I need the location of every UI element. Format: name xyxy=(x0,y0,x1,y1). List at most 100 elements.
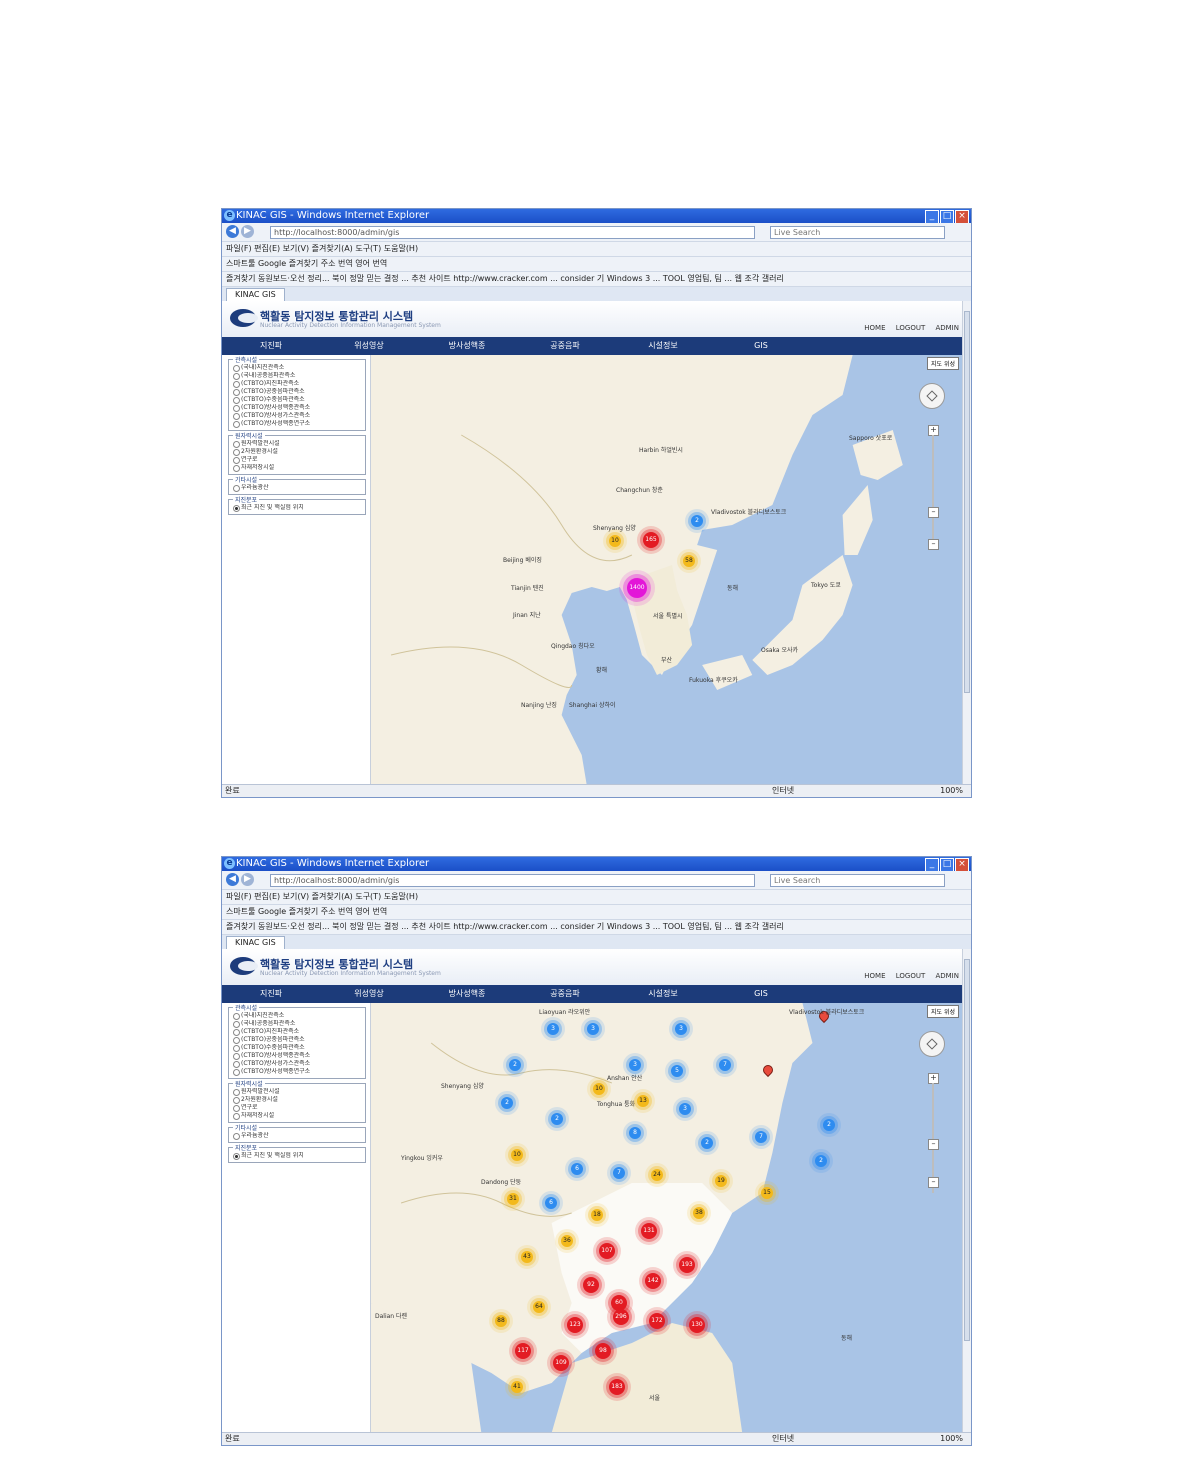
page-scrollbar[interactable] xyxy=(962,949,971,1433)
forward-icon[interactable]: ▶ xyxy=(241,225,254,238)
forward-icon[interactable]: ▶ xyxy=(241,873,254,886)
menu-bar[interactable]: 파일(F) 편집(E) 보기(V) 즐겨찾기(A) 도구(T) 도움말(H) xyxy=(222,890,971,905)
favorites-bar[interactable]: 즐겨찾기 동원보드·오선 정리... 북이 정말 믿는 결정 ... 추천 사이… xyxy=(222,272,971,287)
cluster-marker[interactable]: 10 xyxy=(511,1149,523,1161)
layer-option[interactable]: (국내)공중음파관측소 xyxy=(231,372,363,380)
layer-option[interactable]: (CTBTO)방사성핵종연구소 xyxy=(231,1068,363,1076)
cluster-marker[interactable]: 6 xyxy=(545,1197,557,1209)
layer-option[interactable]: (CTBTO)지진파관측소 xyxy=(231,1028,363,1036)
admin-link[interactable]: ADMIN xyxy=(935,324,959,332)
cluster-marker[interactable]: 3 xyxy=(679,1103,691,1115)
cluster-marker[interactable]: 3 xyxy=(629,1059,641,1071)
cluster-marker[interactable]: 130 xyxy=(689,1317,705,1333)
cluster-marker[interactable]: 2 xyxy=(701,1137,713,1149)
cluster-marker[interactable]: 123 xyxy=(567,1317,583,1333)
layer-option[interactable]: (국내)지진관측소 xyxy=(231,364,363,372)
layer-option[interactable]: 자재저장시설 xyxy=(231,464,363,472)
cluster-marker[interactable]: 117 xyxy=(515,1343,531,1359)
address-bar[interactable]: http://localhost:8000/admin/gis xyxy=(270,226,755,239)
layer-option[interactable]: 우라늄광산 xyxy=(231,484,363,492)
cluster-marker[interactable]: 24 xyxy=(651,1169,663,1181)
logout-link[interactable]: LOGOUT xyxy=(896,972,926,980)
layer-option[interactable]: (CTBTO)공중음파관측소 xyxy=(231,1036,363,1044)
cluster-marker[interactable]: 6 xyxy=(571,1163,583,1175)
cluster-marker[interactable]: 88 xyxy=(495,1315,507,1327)
layer-option-selected[interactable]: 최근 지진 및 핵실험 위치 xyxy=(231,1152,363,1160)
cluster-marker[interactable]: 142 xyxy=(645,1273,661,1289)
layer-option[interactable]: (국내)공중음파관측소 xyxy=(231,1020,363,1028)
cluster-marker[interactable]: 3 xyxy=(675,1023,687,1035)
layer-option[interactable]: 연구로 xyxy=(231,456,363,464)
minimize-icon[interactable]: _ xyxy=(925,210,939,224)
cluster-marker[interactable]: 296 xyxy=(613,1309,629,1325)
cluster-marker[interactable]: 41 xyxy=(511,1381,523,1393)
cluster-marker[interactable]: 10 xyxy=(593,1083,605,1095)
cluster-marker[interactable]: 2 xyxy=(509,1059,521,1071)
cluster-marker[interactable]: 5 xyxy=(671,1065,683,1077)
maximize-icon[interactable]: □ xyxy=(940,210,954,224)
nav-radionuclide[interactable]: 방사성핵종 xyxy=(418,337,516,355)
cluster-marker[interactable]: 8 xyxy=(629,1127,641,1139)
cluster-marker[interactable]: 2 xyxy=(815,1155,827,1167)
nav-seismic[interactable]: 지진파 xyxy=(222,337,320,355)
layer-option[interactable]: 연구로 xyxy=(231,1104,363,1112)
layer-option[interactable]: (CTBTO)수중음파관측소 xyxy=(231,1044,363,1052)
cluster-marker[interactable]: 2 xyxy=(691,515,703,527)
nav-facility[interactable]: 시설정보 xyxy=(614,337,712,355)
cluster-marker[interactable]: 3 xyxy=(547,1023,559,1035)
layer-option[interactable]: (CTBTO)방사성가스관측소 xyxy=(231,412,363,420)
map-type-toggle[interactable]: 지도 위성 xyxy=(927,1005,959,1018)
page-scrollbar[interactable] xyxy=(962,301,971,785)
close-icon[interactable]: × xyxy=(955,858,969,872)
layer-option[interactable]: (CTBTO)방사성핵종관측소 xyxy=(231,404,363,412)
pan-control-icon[interactable] xyxy=(919,1031,945,1057)
nav-satellite[interactable]: 위성영상 xyxy=(320,985,418,1003)
cluster-marker[interactable]: 7 xyxy=(613,1167,625,1179)
zoom-handle-icon[interactable]: – xyxy=(928,507,939,518)
layer-option-selected[interactable]: 최근 지진 및 핵실험 위치 xyxy=(231,504,363,512)
layer-option[interactable]: (국내)지진관측소 xyxy=(231,1012,363,1020)
cluster-marker[interactable]: 193 xyxy=(679,1257,695,1273)
layer-option[interactable]: 2차원환경시설 xyxy=(231,448,363,456)
cluster-marker[interactable]: 165 xyxy=(643,532,659,548)
cluster-marker[interactable]: 38 xyxy=(693,1207,705,1219)
pan-control-icon[interactable] xyxy=(919,383,945,409)
layer-option[interactable]: (CTBTO)방사성가스관측소 xyxy=(231,1060,363,1068)
cluster-marker[interactable]: 92 xyxy=(583,1277,599,1293)
search-input[interactable]: Live Search xyxy=(770,874,945,887)
cluster-marker[interactable]: 43 xyxy=(521,1251,533,1263)
cluster-marker[interactable]: 98 xyxy=(595,1343,611,1359)
cluster-marker[interactable]: 7 xyxy=(719,1059,731,1071)
favorites-bar[interactable]: 즐겨찾기 동원보드·오선 정리... 북이 정말 믿는 결정 ... 추천 사이… xyxy=(222,920,971,935)
cluster-marker[interactable]: 2 xyxy=(823,1119,835,1131)
home-link[interactable]: HOME xyxy=(864,972,885,980)
back-icon[interactable]: ◀ xyxy=(226,225,239,238)
cluster-marker[interactable]: 1400 xyxy=(627,578,647,598)
cluster-marker[interactable]: 19 xyxy=(715,1175,727,1187)
nav-infrasound[interactable]: 공중음파 xyxy=(516,985,614,1003)
scroll-thumb[interactable] xyxy=(964,959,970,1341)
search-input[interactable]: Live Search xyxy=(770,226,945,239)
cluster-marker[interactable]: 31 xyxy=(507,1193,519,1205)
minimize-icon[interactable]: _ xyxy=(925,858,939,872)
cluster-marker[interactable]: 109 xyxy=(553,1355,569,1371)
nav-gis[interactable]: GIS xyxy=(712,985,810,1003)
cluster-marker[interactable]: 64 xyxy=(533,1301,545,1313)
home-link[interactable]: HOME xyxy=(864,324,885,332)
cluster-marker[interactable]: 107 xyxy=(599,1243,615,1259)
zoom-out-icon[interactable]: – xyxy=(928,539,939,550)
cluster-marker[interactable]: 2 xyxy=(501,1097,513,1109)
layer-option[interactable]: (CTBTO)지진파관측소 xyxy=(231,380,363,388)
cluster-marker[interactable]: 3 xyxy=(587,1023,599,1035)
zoom-indicator[interactable]: 100% xyxy=(940,1433,963,1445)
address-bar[interactable]: http://localhost:8000/admin/gis xyxy=(270,874,755,887)
admin-link[interactable]: ADMIN xyxy=(935,972,959,980)
nav-satellite[interactable]: 위성영상 xyxy=(320,337,418,355)
cluster-marker[interactable]: 18 xyxy=(591,1209,603,1221)
layer-option[interactable]: 자재저장시설 xyxy=(231,1112,363,1120)
cluster-marker[interactable]: 183 xyxy=(609,1379,625,1395)
cluster-marker[interactable]: 131 xyxy=(641,1223,657,1239)
nav-gis[interactable]: GIS xyxy=(712,337,810,355)
tab-kinac-gis[interactable]: KINAC GIS xyxy=(226,936,285,949)
cluster-marker[interactable]: 2 xyxy=(551,1113,563,1125)
